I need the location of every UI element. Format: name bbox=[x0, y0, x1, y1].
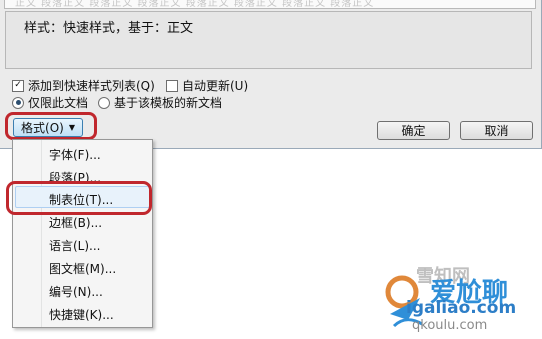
checkbox-checked-icon: ✓ bbox=[12, 79, 24, 92]
style-description: 样式：快速样式，基于：正文 bbox=[24, 21, 194, 36]
modify-style-dialog: 正文 段落正文 段落正文 段落正文 段落正文 段落正文 段落正文 段落正文 样式… bbox=[0, 0, 542, 149]
menu-item-border[interactable]: 边框(B)... bbox=[49, 214, 102, 231]
watermark-line3: igaliao.com bbox=[406, 298, 517, 318]
ok-button-label: 确定 bbox=[401, 124, 426, 138]
menu-item-font[interactable]: 字体(F)... bbox=[49, 146, 101, 163]
cancel-button-label: 取消 bbox=[484, 124, 509, 138]
menu-item-frame[interactable]: 图文框(M)... bbox=[49, 260, 116, 277]
auto-update-label: 自动更新(U) bbox=[182, 79, 249, 93]
only-this-doc-radio[interactable]: 仅限此文档 bbox=[12, 94, 88, 111]
menu-gutter-separator bbox=[41, 140, 42, 327]
watermark-line4: qkoulu.com bbox=[412, 318, 488, 333]
format-menu: 字体(F)... 段落(P)... 制表位(T)... 边框(B)... 语言(… bbox=[12, 139, 153, 328]
new-docs-template-radio[interactable]: 基于该模板的新文档 bbox=[98, 94, 222, 111]
add-quick-style-checkbox[interactable]: ✓ 添加到快速样式列表(Q) bbox=[12, 77, 155, 94]
format-button-annotation bbox=[5, 112, 97, 140]
add-quick-style-label: 添加到快速样式列表(Q) bbox=[28, 79, 155, 93]
auto-update-checkbox[interactable]: 自动更新(U) bbox=[166, 77, 248, 94]
cancel-button[interactable]: 取消 bbox=[460, 121, 533, 140]
radio-unselected-icon bbox=[98, 96, 110, 109]
style-preview-strip: 正文 段落正文 段落正文 段落正文 段落正文 段落正文 段落正文 段落正文 bbox=[4, 0, 536, 9]
watermark: 雪知网 爱尬聊 igaliao.com qkoulu.com bbox=[382, 262, 542, 339]
new-docs-template-label: 基于该模板的新文档 bbox=[114, 96, 223, 110]
tabs-item-annotation bbox=[6, 181, 152, 215]
style-description-box: 样式：快速样式，基于：正文 bbox=[5, 11, 532, 69]
ok-button[interactable]: 确定 bbox=[377, 121, 450, 140]
menu-item-language[interactable]: 语言(L)... bbox=[49, 237, 101, 254]
menu-item-shortcut-key[interactable]: 快捷键(K)... bbox=[49, 306, 114, 323]
preview-text: 正文 段落正文 段落正文 段落正文 段落正文 段落正文 段落正文 段落正文 bbox=[15, 0, 375, 9]
menu-item-numbering[interactable]: 编号(N)... bbox=[49, 283, 103, 300]
radio-selected-icon bbox=[12, 96, 24, 109]
only-this-doc-label: 仅限此文档 bbox=[28, 96, 89, 110]
checkbox-unchecked-icon bbox=[166, 79, 178, 92]
